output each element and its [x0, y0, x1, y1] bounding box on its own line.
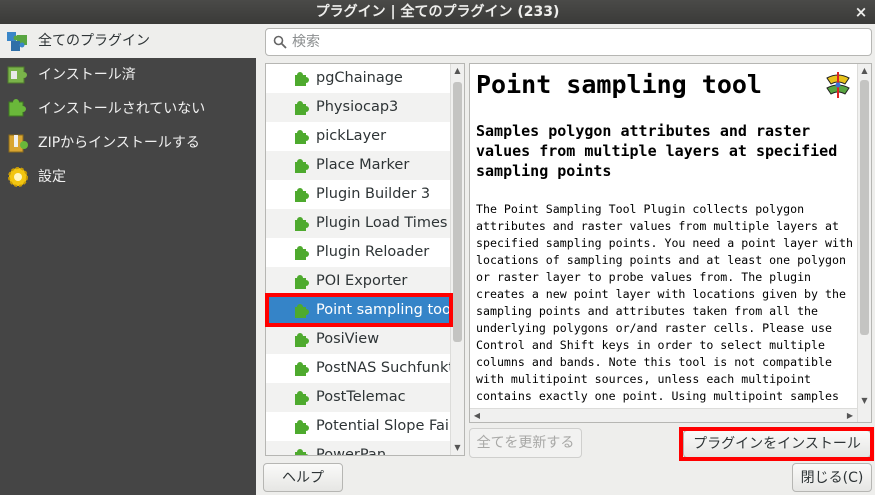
plugin-puzzle-icon	[295, 188, 309, 202]
plugin-list: pgChainage Physiocap3 pickLayer Place Ma…	[265, 63, 465, 456]
plugin-name: Point sampling tool	[316, 302, 451, 318]
plugin-list-item[interactable]: Physiocap3	[266, 93, 451, 122]
plugin-list-item[interactable]: PostTelemac	[266, 383, 451, 412]
plugin-name: Plugin Builder 3	[316, 186, 431, 202]
plugin-list-item[interactable]: Plugin Builder 3	[266, 180, 451, 209]
search-icon	[273, 35, 287, 49]
installed-plugins-icon	[7, 66, 27, 84]
plugin-name: PosiView	[316, 331, 380, 347]
plugin-name: pickLayer	[316, 128, 387, 144]
plugin-list-item[interactable]: pgChainage	[266, 64, 451, 93]
plugin-name: Plugin Load Times	[316, 215, 448, 231]
plugin-list-scrollbar[interactable]: ▲ ▼	[450, 64, 464, 455]
plugin-puzzle-icon	[295, 159, 309, 173]
scroll-down-arrow-icon[interactable]: ▼	[453, 443, 462, 453]
plugin-list-items: pgChainage Physiocap3 pickLayer Place Ma…	[266, 64, 451, 456]
help-button[interactable]: ヘルプ	[263, 463, 343, 492]
plugin-list-item[interactable]: Place Marker	[266, 151, 451, 180]
scrollbar-thumb[interactable]	[860, 80, 869, 335]
plugin-puzzle-icon	[295, 217, 309, 231]
plugin-list-item[interactable]: pickLayer	[266, 122, 451, 151]
scroll-up-arrow-icon[interactable]: ▲	[453, 66, 462, 76]
window-title: プラグイン | 全てのプラグイン (233)	[315, 4, 560, 20]
sidebar-item-label: 設定	[38, 169, 66, 185]
point-sampling-tool-icon	[826, 72, 850, 98]
scrollbar-thumb[interactable]	[453, 82, 462, 342]
plugin-title: Point sampling tool	[476, 70, 762, 99]
all-plugins-icon	[7, 32, 27, 51]
plugin-name: Potential Slope Failure	[316, 418, 451, 434]
plugin-name: pgChainage	[316, 70, 403, 86]
sidebar: 全てのプラグイン インストール済 インストールされていない ZIPからインストー…	[0, 24, 256, 495]
window-titlebar: プラグイン | 全てのプラグイン (233) ×	[0, 0, 875, 24]
plugin-name: Place Marker	[316, 157, 410, 173]
scroll-down-arrow-icon[interactable]: ▼	[860, 396, 869, 406]
plugin-puzzle-icon	[295, 333, 309, 347]
close-button[interactable]: 閉じる(C)	[792, 463, 872, 492]
plugin-list-item[interactable]: PostNAS Suchfunktion	[266, 354, 451, 383]
zip-install-icon	[8, 134, 28, 153]
plugin-puzzle-icon	[295, 391, 309, 405]
plugin-puzzle-icon	[295, 130, 309, 144]
sidebar-item-settings[interactable]: 設定	[0, 160, 256, 194]
plugin-puzzle-icon	[295, 304, 309, 318]
plugin-name: Physiocap3	[316, 99, 399, 115]
scroll-up-arrow-icon[interactable]: ▲	[860, 66, 869, 76]
plugin-puzzle-icon	[295, 420, 309, 434]
details-horizontal-scrollbar[interactable]: ◀ ▶	[470, 408, 857, 422]
plugin-subtitle: Samples polygon attributes and raster va…	[476, 122, 838, 180]
search-input[interactable]	[292, 32, 862, 52]
plugin-list-item-selected[interactable]: Point sampling tool	[266, 296, 451, 325]
plugin-list-item[interactable]: Plugin Reloader	[266, 238, 451, 267]
sidebar-item-label: インストール済	[38, 67, 136, 83]
plugin-list-item[interactable]: PosiView	[266, 325, 451, 354]
plugin-puzzle-icon	[295, 72, 309, 86]
plugin-list-item[interactable]: Potential Slope Failure	[266, 412, 451, 441]
plugin-list-item[interactable]: Plugin Load Times	[266, 209, 451, 238]
plugin-list-item[interactable]: PowerPan	[266, 441, 451, 456]
sidebar-item-zip-install[interactable]: ZIPからインストールする	[0, 126, 256, 160]
upgrade-all-button[interactable]: 全てを更新する	[469, 428, 582, 458]
install-plugin-button[interactable]: プラグインをインストール	[683, 430, 871, 458]
plugin-name: Plugin Reloader	[316, 244, 430, 260]
details-scrollbar[interactable]: ▲ ▼	[857, 64, 871, 422]
plugin-puzzle-icon	[295, 101, 309, 115]
plugin-name: PowerPan	[316, 447, 387, 456]
plugin-puzzle-icon	[295, 275, 309, 289]
settings-gear-icon	[8, 167, 28, 187]
plugin-description: The Point Sampling Tool Plugin collects …	[476, 202, 853, 420]
sidebar-item-installed[interactable]: インストール済	[0, 58, 256, 92]
sidebar-item-label: インストールされていない	[38, 101, 206, 117]
plugin-puzzle-icon	[295, 362, 309, 376]
sidebar-item-all-plugins[interactable]: 全てのプラグイン	[0, 24, 256, 58]
close-window-icon[interactable]: ×	[853, 0, 869, 24]
sidebar-item-not-installed[interactable]: インストールされていない	[0, 92, 256, 126]
plugin-name: PostTelemac	[316, 389, 406, 405]
scroll-left-arrow-icon[interactable]: ◀	[472, 411, 482, 420]
plugin-list-item[interactable]: POI Exporter	[266, 267, 451, 296]
plugin-puzzle-icon	[295, 449, 309, 455]
sidebar-item-label: ZIPからインストールする	[38, 135, 200, 151]
not-installed-plugins-icon	[8, 99, 26, 117]
plugin-details-panel: Point sampling tool Samples polygon attr…	[469, 63, 872, 423]
plugin-name: PostNAS Suchfunktion	[316, 360, 451, 376]
search-box	[265, 28, 872, 56]
sidebar-item-label: 全てのプラグイン	[38, 33, 150, 49]
plugin-puzzle-icon	[295, 246, 309, 260]
plugin-name: POI Exporter	[316, 273, 408, 289]
scroll-right-arrow-icon[interactable]: ▶	[845, 411, 855, 420]
plugin-details-content: Point sampling tool Samples polygon attr…	[476, 68, 854, 422]
